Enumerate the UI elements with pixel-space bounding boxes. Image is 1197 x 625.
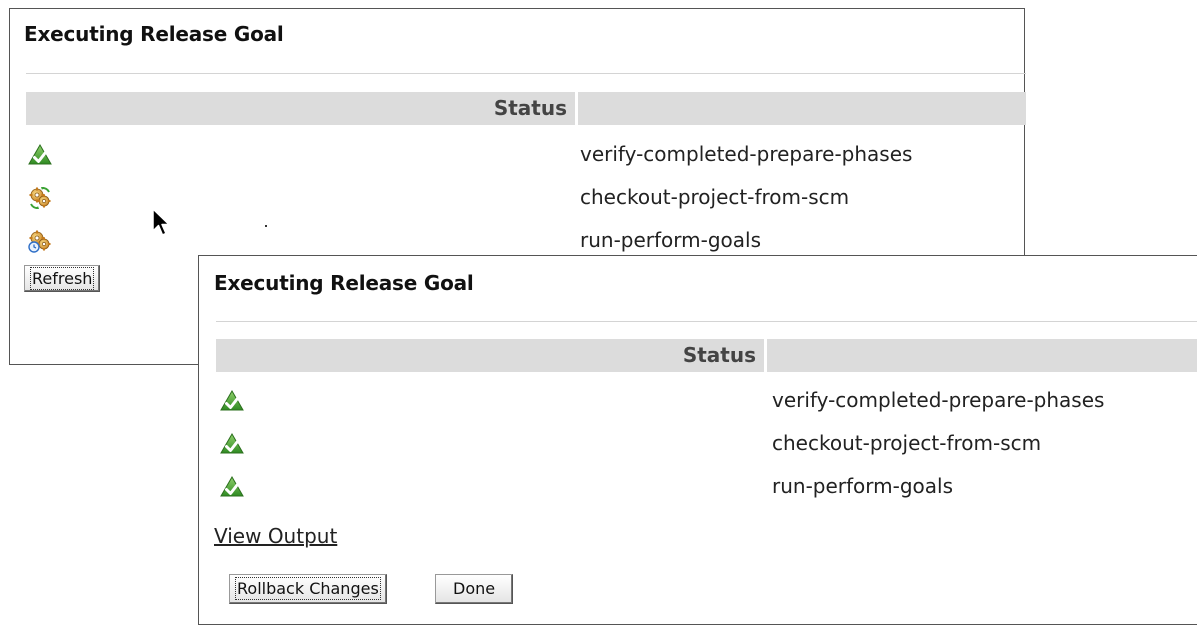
refresh-button[interactable]: Refresh (24, 265, 101, 292)
status-column-header: Status (216, 339, 764, 372)
step-name: run-perform-goals (772, 474, 954, 498)
title-divider (26, 73, 1026, 74)
step-column-header (767, 339, 1197, 372)
rollback-changes-button[interactable]: Rollback Changes (229, 574, 387, 604)
in-progress-gears-icon (28, 187, 52, 209)
page-title: Executing Release Goal (24, 22, 284, 46)
table-row: checkout-project-from-scm (28, 181, 1018, 221)
step-column-header (578, 92, 1026, 125)
title-divider (216, 321, 1197, 322)
page-title: Executing Release Goal (214, 271, 474, 295)
status-table-header: Status (26, 92, 1026, 125)
success-check-icon (220, 389, 244, 413)
step-name: verify-completed-prepare-phases (772, 388, 1105, 412)
table-row: run-perform-goals (220, 470, 1197, 510)
step-name: checkout-project-from-scm (580, 185, 850, 209)
release-goal-panel-completed: Executing Release Goal Status verify-com… (198, 255, 1197, 625)
table-row: verify-completed-prepare-phases (28, 138, 1018, 178)
stray-dot (265, 225, 267, 227)
step-name: checkout-project-from-scm (772, 431, 1042, 455)
refresh-button-label: Refresh (29, 267, 95, 290)
table-row: checkout-project-from-scm (220, 427, 1197, 467)
rollback-button-label: Rollback Changes (235, 577, 381, 600)
step-name: run-perform-goals (580, 228, 762, 252)
status-table-header: Status (216, 339, 1197, 372)
done-button-label: Done (453, 579, 496, 598)
success-check-icon (28, 143, 52, 167)
table-row: verify-completed-prepare-phases (220, 384, 1197, 424)
pending-gears-clock-icon (28, 229, 52, 253)
view-output-link[interactable]: View Output (214, 524, 337, 548)
status-column-header: Status (26, 92, 575, 125)
done-button[interactable]: Done (435, 574, 514, 604)
step-name: verify-completed-prepare-phases (580, 142, 913, 166)
success-check-icon (220, 432, 244, 456)
mouse-cursor-icon (152, 208, 170, 236)
success-check-icon (220, 475, 244, 499)
